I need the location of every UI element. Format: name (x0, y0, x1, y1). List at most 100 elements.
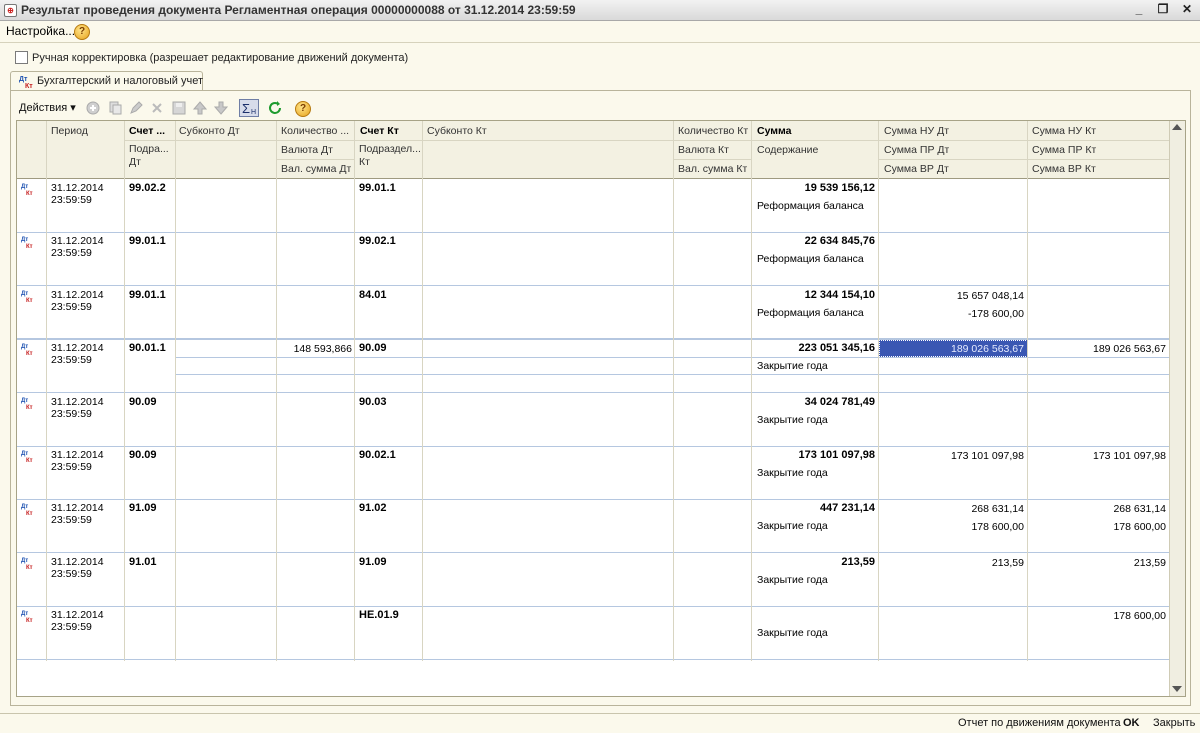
tab-accounting-tax[interactable]: Дт Кт Бухгалтерский и налоговый учет (10, 71, 203, 91)
cell-account-kt[interactable]: 99.02.1 (359, 235, 396, 247)
col-sum-pr-dt[interactable]: Сумма ПР Дт (884, 144, 949, 156)
cell-sum[interactable]: 12 344 154,10 (754, 289, 875, 301)
cell-account-dt[interactable]: 91.09 (129, 502, 157, 514)
cell-period-date[interactable]: 31.12.2014 (51, 556, 104, 568)
cell-content[interactable]: Реформация баланса (757, 253, 864, 265)
cell-period-time[interactable]: 23:59:59 (51, 194, 92, 206)
cell-sum-nu-dt[interactable]: 189 026 563,67 (881, 343, 1024, 355)
col-currency-kt[interactable]: Валюта Кт (678, 144, 729, 156)
cell-sum-pr-dt[interactable]: 178 600,00 (881, 521, 1024, 533)
scroll-up-icon[interactable] (1172, 124, 1182, 130)
cell-period-time[interactable]: 23:59:59 (51, 514, 92, 526)
table-row[interactable]: Дт Кт 31.12.2014 23:59:59 НЕ.01.9 Закрытие го… (17, 606, 1170, 661)
col-sum-pr-kt[interactable]: Сумма ПР Кт (1032, 144, 1096, 156)
move-up-icon[interactable] (192, 100, 208, 116)
close-button[interactable]: Закрыть (1153, 717, 1195, 729)
cell-account-kt[interactable]: 99.01.1 (359, 182, 396, 194)
cell-account-dt[interactable]: 90.09 (129, 449, 157, 461)
cell-account-dt[interactable]: 90.09 (129, 396, 157, 408)
col-subdivision-dt[interactable]: Подра... Дт (129, 143, 173, 169)
table-row[interactable]: Дт Кт 31.12.2014 23:59:59 99.02.2 99.01.1 19 5… (17, 179, 1170, 233)
col-sum-vr-dt[interactable]: Сумма ВР Дт (884, 163, 949, 175)
delete-icon[interactable] (149, 100, 165, 116)
cell-sum-pr-kt[interactable]: 178 600,00 (1030, 521, 1166, 533)
movements-table[interactable]: Период Счет ... Подра... Дт Субконто Дт … (16, 120, 1186, 697)
cell-account-kt[interactable]: 91.02 (359, 502, 387, 514)
col-sum-nu-dt[interactable]: Сумма НУ Дт (884, 125, 949, 137)
restore-icon[interactable]: ❐ (1156, 2, 1170, 17)
help-icon[interactable]: ? (74, 24, 90, 40)
cell-account-kt[interactable]: НЕ.01.9 (359, 609, 399, 621)
settings-menu[interactable]: Настройка... (6, 24, 75, 38)
cell-sum-nu-kt[interactable]: 268 631,14 (1030, 503, 1166, 515)
cell-account-dt[interactable]: 99.01.1 (129, 235, 166, 247)
cell-sum[interactable]: 223 051 345,16 (754, 342, 875, 354)
cell-sum-nu-dt[interactable]: 213,59 (881, 557, 1024, 569)
cell-sum[interactable]: 173 101 097,98 (754, 449, 875, 461)
cell-content[interactable]: Реформация баланса (757, 200, 864, 212)
cell-account-kt[interactable]: 84.01 (359, 289, 387, 301)
minimize-icon[interactable]: _ (1132, 2, 1146, 17)
table-row[interactable]: Дт Кт 31.12.2014 23:59:59 99.01.1 84.01 12 344… (17, 286, 1170, 340)
col-account-dt[interactable]: Счет ... (129, 125, 173, 137)
col-account-kt[interactable]: Счет Кт (360, 125, 399, 137)
col-subconto-kt[interactable]: Субконто Кт (427, 125, 487, 137)
cell-period-date[interactable]: 31.12.2014 (51, 342, 104, 354)
edit-icon[interactable] (128, 100, 144, 116)
col-qty-kt[interactable]: Количество Кт (678, 125, 748, 137)
cell-sum-nu-kt[interactable]: 213,59 (1030, 557, 1166, 569)
cell-period-time[interactable]: 23:59:59 (51, 247, 92, 259)
cell-account-kt[interactable]: 90.03 (359, 396, 387, 408)
cell-period-date[interactable]: 31.12.2014 (51, 235, 104, 247)
table-row[interactable]: Дт Кт 31.12.2014 23:59:59 91.01 91.09 213,59 За… (17, 553, 1170, 607)
col-subdivision-kt[interactable]: Подраздел... Кт (359, 143, 423, 169)
actions-menu-button[interactable]: Действия ▾ (19, 101, 76, 114)
cell-period-date[interactable]: 31.12.2014 (51, 289, 104, 301)
cell-sum[interactable]: 213,59 (754, 556, 875, 568)
cell-sum-pr-dt[interactable]: -178 600,00 (881, 308, 1024, 320)
cell-content[interactable]: Закрытие года (757, 627, 828, 639)
copy-icon[interactable] (107, 100, 123, 116)
cell-account-kt[interactable]: 90.09 (359, 342, 387, 354)
cell-sum-nu-dt[interactable]: 173 101 097,98 (881, 450, 1024, 462)
table-row[interactable]: Дт Кт 31.12.2014 23:59:59 90.09 90.03 34 024 7… (17, 393, 1170, 447)
cell-sum-nu-kt[interactable]: 178 600,00 (1030, 610, 1166, 622)
manual-correction-checkbox[interactable] (15, 51, 28, 64)
cell-sum-nu-kt[interactable]: 173 101 097,98 (1030, 450, 1166, 462)
cell-period-date[interactable]: 31.12.2014 (51, 182, 104, 194)
ok-button[interactable]: OK (1123, 717, 1140, 729)
col-content[interactable]: Содержание (757, 144, 818, 156)
cell-period-date[interactable]: 31.12.2014 (51, 396, 104, 408)
cell-period-time[interactable]: 23:59:59 (51, 301, 92, 313)
cell-period-time[interactable]: 23:59:59 (51, 621, 92, 633)
cell-period-date[interactable]: 31.12.2014 (51, 502, 104, 514)
col-currency-dt[interactable]: Валюта Дт (281, 144, 333, 156)
cell-account-dt[interactable]: 99.01.1 (129, 289, 166, 301)
cell-sum-nu-kt[interactable]: 189 026 563,67 (1030, 343, 1166, 355)
close-icon[interactable]: ✕ (1180, 2, 1194, 17)
cell-content[interactable]: Реформация баланса (757, 307, 864, 319)
col-period[interactable]: Период (51, 125, 88, 137)
cell-qty-dt[interactable]: 148 593,866 (279, 343, 352, 355)
movements-report-link[interactable]: Отчет по движениям документа (958, 717, 1121, 729)
sum-icon[interactable]: ΣН (239, 99, 259, 117)
cell-period-time[interactable]: 23:59:59 (51, 408, 92, 420)
manual-correction[interactable]: Ручная корректировка (разрешает редактир… (15, 51, 408, 64)
col-sum-vr-kt[interactable]: Сумма ВР Кт (1032, 163, 1096, 175)
cell-period-date[interactable]: 31.12.2014 (51, 609, 104, 621)
table-row[interactable]: Дт Кт 31.12.2014 23:59:59 99.01.1 99.02.1 22 6… (17, 232, 1170, 287)
col-qty-dt[interactable]: Количество ... (281, 125, 353, 137)
cell-sum[interactable]: 447 231,14 (754, 502, 875, 514)
cell-sum-nu-dt[interactable]: 268 631,14 (881, 503, 1024, 515)
cell-content[interactable]: Закрытие года (757, 414, 828, 426)
cell-sum[interactable]: 22 634 845,76 (754, 235, 875, 247)
col-cur-amount-dt[interactable]: Вал. сумма Дт (281, 163, 351, 175)
cell-content[interactable]: Закрытие года (757, 467, 828, 479)
table-row[interactable]: Дт Кт 31.12.2014 23:59:59 90.09 90.02.1 173 10… (17, 446, 1170, 500)
move-down-icon[interactable] (213, 100, 229, 116)
cell-content[interactable]: Закрытие года (757, 574, 828, 586)
cell-account-dt[interactable]: 91.01 (129, 556, 157, 568)
cell-period-date[interactable]: 31.12.2014 (51, 449, 104, 461)
save-icon[interactable] (171, 100, 187, 116)
scroll-down-icon[interactable] (1172, 686, 1182, 692)
